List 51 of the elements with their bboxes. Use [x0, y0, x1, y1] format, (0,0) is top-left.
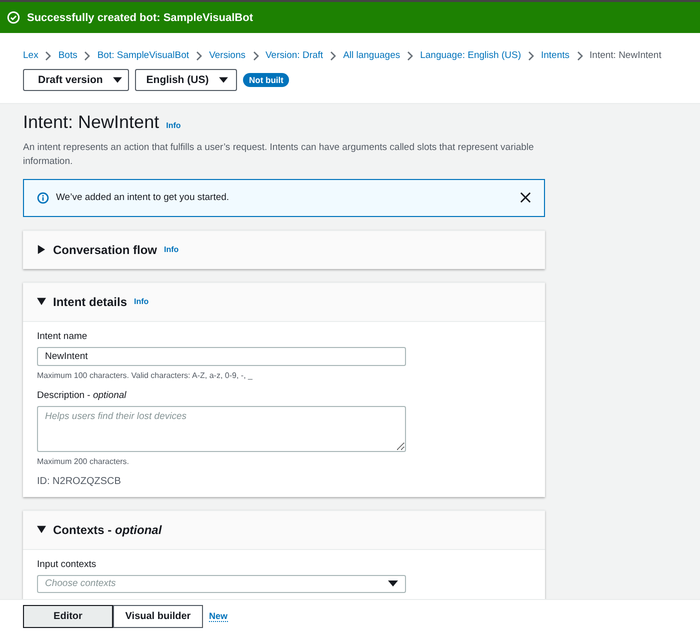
close-icon[interactable] — [520, 192, 531, 204]
field-label: Intent name — [37, 330, 88, 342]
page-description: An intent represents an action that fulfills a user’s request. Intents can have arguments called slots that represent variable information. — [23, 141, 535, 169]
check-circle-icon — [7, 11, 20, 24]
breadcrumb[interactable]: Bots — [58, 50, 78, 61]
breadcrumb[interactable]: Version: Draft — [266, 50, 324, 61]
chevron-right-icon — [45, 50, 52, 60]
caret-icon — [218, 77, 228, 83]
breadcrumb[interactable]: Bot: SampleVisualBot — [97, 50, 190, 61]
chevron-right-icon — [196, 50, 202, 60]
intent-id: ID: N2ROZQZSCB — [37, 476, 122, 487]
intent-name-field[interactable]: NewIntent — [37, 346, 406, 366]
info-link[interactable]: Info — [166, 121, 181, 130]
section-title: Contexts - optional — [53, 522, 162, 537]
chevron-right-icon — [84, 50, 90, 60]
breadcrumb[interactable]: Lex — [23, 50, 38, 61]
version-dropdown[interactable]: English (US) — [135, 69, 237, 91]
expand-toggle-icon[interactable] — [37, 525, 46, 534]
breadcrumb[interactable]: Language: English (US) — [420, 50, 521, 61]
chevron-right-icon — [576, 50, 583, 60]
success-message: Successfully created bot: SampleVisualBot — [27, 12, 253, 24]
version-dropdown[interactable]: Draft version — [23, 69, 129, 91]
status-badge: Not built — [243, 73, 290, 87]
caret-icon — [112, 77, 122, 83]
field-label: Input contexts — [37, 558, 98, 570]
contexts-dropdown[interactable]: Choose contexts — [37, 574, 406, 593]
section-title: Conversation flow — [53, 242, 158, 257]
breadcrumb[interactable]: All languages — [343, 50, 400, 61]
field-hint: Maximum 100 characters. Valid characters: A-Z, a-z, 0-9, -, _ — [37, 370, 254, 380]
info-link[interactable]: Info — [134, 297, 149, 306]
breadcrumb[interactable]: Intents — [540, 50, 570, 61]
section-title: Intent details — [53, 294, 128, 309]
view-tab[interactable]: Editor — [23, 605, 113, 628]
chevron-right-icon — [528, 50, 534, 60]
view-tab[interactable]: Visual builder — [113, 605, 203, 628]
field-label: Description - optional — [37, 390, 128, 401]
chevron-right-icon — [252, 50, 258, 60]
chevron-right-icon — [407, 50, 414, 60]
breadcrumb: Intent: NewIntent — [590, 50, 662, 61]
chevron-right-icon — [330, 50, 336, 60]
caret-icon — [388, 580, 398, 588]
expand-toggle-icon[interactable] — [37, 245, 46, 254]
info-icon — [37, 192, 49, 204]
expand-toggle-icon[interactable] — [37, 297, 46, 306]
new-link[interactable]: New — [209, 611, 228, 622]
description-field[interactable]: Helps users find their lost devices — [37, 406, 406, 452]
field-hint: Maximum 200 characters. — [37, 456, 130, 466]
alert-message: We’ve added an intent to get you started. — [56, 192, 230, 204]
breadcrumb[interactable]: Versions — [209, 50, 246, 61]
info-link[interactable]: Info — [164, 245, 179, 254]
page-title: Intent: NewIntent — [23, 112, 160, 133]
